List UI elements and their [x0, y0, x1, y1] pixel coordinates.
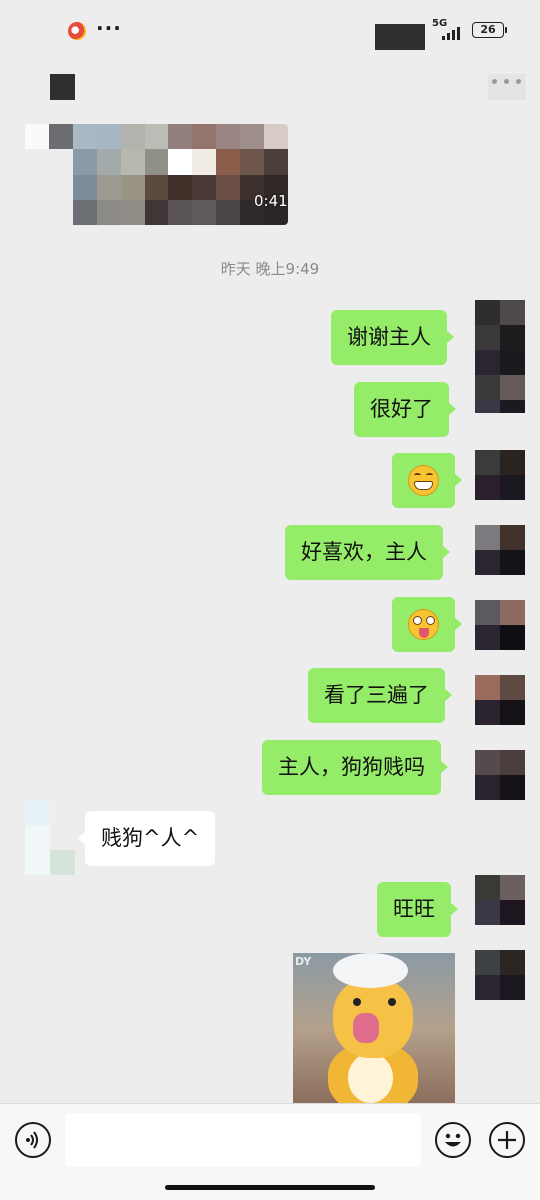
tongue-out-emoji-icon [408, 609, 439, 640]
battery-tip [505, 27, 507, 33]
contact-avatar-pixel [25, 825, 50, 875]
my-avatar[interactable] [475, 675, 525, 725]
message-bubble[interactable]: 谢谢主人 [331, 310, 454, 365]
more-notifications-icon: ··· [96, 16, 122, 40]
sticker-message[interactable]: DY [293, 953, 455, 1103]
plus-button[interactable] [489, 1122, 525, 1158]
my-avatar[interactable] [475, 400, 525, 425]
message-bubble[interactable]: 贱狗^人^ [77, 811, 216, 866]
my-avatar[interactable] [475, 350, 525, 400]
sticker-tag: DY [295, 955, 312, 968]
battery-icon: 26 [472, 22, 504, 38]
back-button[interactable] [50, 74, 75, 100]
voice-button[interactable] [15, 1122, 51, 1158]
sticker-tongue [353, 1013, 379, 1043]
my-avatar[interactable] [475, 600, 525, 650]
my-avatar[interactable] [475, 525, 525, 575]
message-bubble[interactable]: 主人，狗狗贱吗 [262, 740, 448, 795]
message-bubble[interactable]: 看了三遍了 [308, 668, 452, 723]
my-avatar[interactable] [475, 875, 525, 925]
video-message[interactable] [25, 124, 288, 225]
signal-icon [442, 26, 464, 40]
emoji-message-bubble[interactable] [392, 453, 462, 508]
message-bubble[interactable]: 很好了 [354, 382, 456, 437]
emoji-icon [445, 1133, 461, 1147]
message-input[interactable] [65, 1113, 421, 1167]
more-button[interactable] [488, 74, 526, 100]
emoji-button[interactable] [435, 1122, 471, 1158]
sticker-belly [348, 1053, 393, 1103]
sticker-hat [333, 953, 408, 988]
contact-avatar-pixel [50, 850, 75, 875]
sticker-eye [388, 998, 396, 1006]
plus-icon [498, 1131, 516, 1149]
weibo-icon [68, 22, 86, 40]
voice-icon [26, 1131, 38, 1149]
my-avatar[interactable] [475, 950, 525, 1000]
my-avatar[interactable] [475, 300, 525, 350]
message-bubble[interactable]: 旺旺 [377, 882, 458, 937]
my-avatar[interactable] [475, 750, 525, 800]
my-avatar[interactable] [475, 450, 525, 500]
message-bubble[interactable]: 好喜欢，主人 [285, 525, 450, 580]
home-indicator[interactable] [165, 1185, 375, 1190]
message-timestamp: 昨天 晚上9:49 [220, 260, 320, 278]
sticker-eye [353, 998, 361, 1006]
emoji-message-bubble[interactable] [392, 597, 462, 652]
grinning-emoji-icon [408, 465, 439, 496]
status-bar: ··· 5G 26 [0, 0, 540, 60]
video-duration: 0:41 [254, 192, 288, 210]
redacted-status-area [375, 24, 425, 50]
